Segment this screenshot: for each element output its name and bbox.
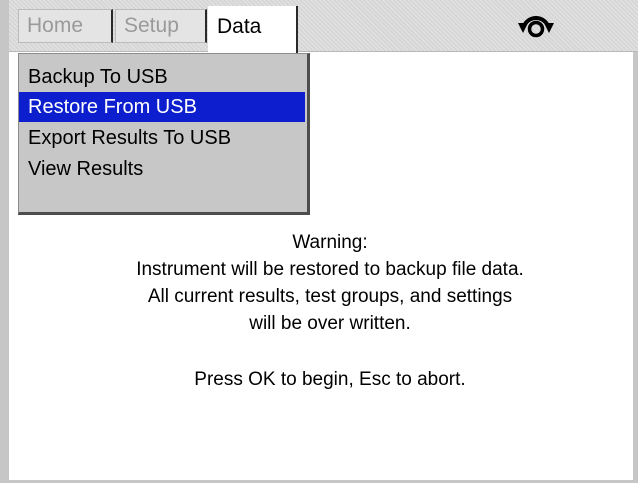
data-dropdown-menu: Backup To USB Restore From USB Export Re… (18, 53, 310, 215)
menu-item-backup-to-usb[interactable]: Backup To USB (19, 62, 305, 92)
instrument-screen: Home Setup Data Backup To USB Restore Fr… (0, 0, 638, 483)
menu-item-export-results-to-usb[interactable]: Export Results To USB (19, 123, 305, 153)
rotate-device-icon (518, 16, 554, 38)
tab-data[interactable]: Data (208, 6, 298, 53)
warning-text-line: Instrument will be restored to backup fi… (136, 259, 524, 280)
instruction-text: Press OK to begin, Esc to abort. (194, 369, 466, 390)
tab-bar: Home Setup Data (9, 0, 638, 53)
warning-text-line: All current results, test groups, and se… (147, 286, 513, 307)
menu-item-view-results[interactable]: View Results (19, 154, 305, 184)
warning-heading: Warning: (292, 232, 368, 253)
warning-text-line: will be over written. (249, 313, 411, 334)
tab-home[interactable]: Home (18, 9, 113, 43)
menu-item-restore-from-usb[interactable]: Restore From USB (19, 92, 305, 122)
tab-setup[interactable]: Setup (115, 9, 207, 43)
